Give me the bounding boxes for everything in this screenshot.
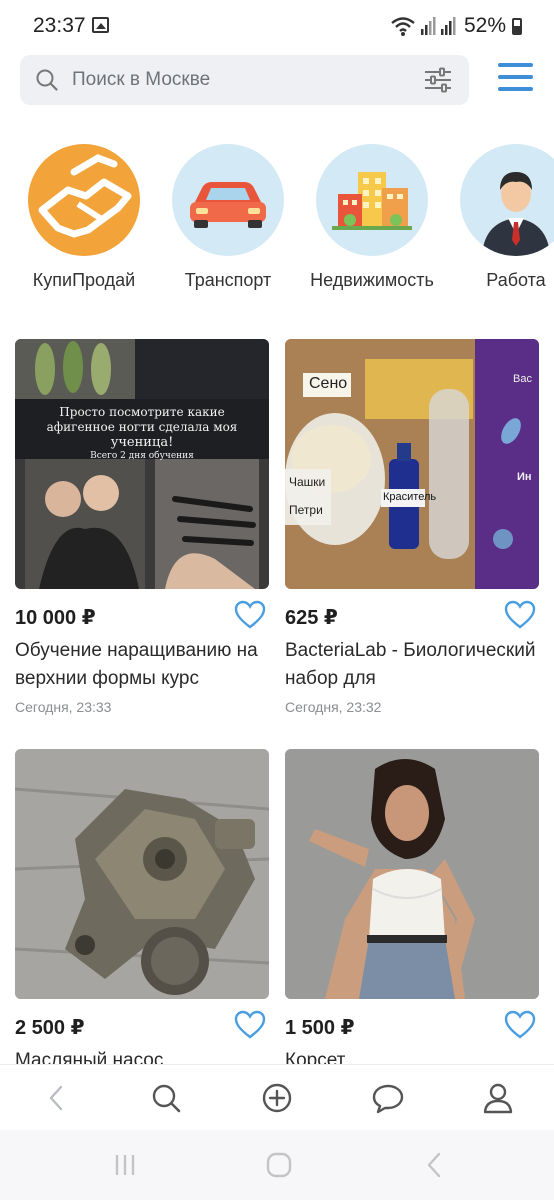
photo-label: Краситель [383,491,437,503]
status-bar: 23:37 52% [0,0,554,52]
recent-apps-icon[interactable] [110,1150,140,1180]
home-icon[interactable] [264,1150,294,1180]
car-icon [172,144,284,256]
messages-icon[interactable] [371,1081,405,1115]
photo-label: Ин [517,471,532,483]
photo-caption: Просто посмотрите какие афигенное ногти … [46,405,238,461]
photo-label: Вас [513,373,532,385]
listing-photo[interactable]: Просто посмотрите какие афигенное ногти … [15,339,269,589]
wifi-icon [391,17,415,36]
menu-icon[interactable] [498,63,534,95]
category-transport[interactable]: Транспорт [158,142,298,291]
favorite-heart-icon[interactable] [234,600,266,630]
handshake-icon [28,144,140,256]
signal-icon-2 [440,17,456,35]
battery-icon [512,17,522,35]
listing-card[interactable]: Просто посмотрите какие афигенное ногти … [15,339,269,715]
listing-title[interactable]: Корсет [285,1047,539,1064]
add-icon[interactable] [260,1081,294,1115]
gallery-notification-icon [92,17,109,33]
search-icon [36,69,58,91]
category-realty[interactable]: Недвижимость [302,142,442,291]
listing-photo[interactable] [285,749,539,999]
listing-photo[interactable] [15,749,269,999]
category-jobs[interactable]: Работа [446,142,554,291]
bottom-nav [0,1064,554,1130]
category-label: Недвижимость [310,270,434,290]
search-bar[interactable]: Поиск в Москве [20,55,469,105]
favorite-heart-icon[interactable] [234,1010,266,1040]
battery-percent: 52% [463,14,506,37]
system-back-icon[interactable] [420,1150,450,1180]
status-time: 23:37 [33,14,86,37]
category-label: КупиПродай [32,270,136,290]
listing-date: Сегодня, 23:33 [15,699,112,715]
listing-card[interactable]: Сено Чашки Петри Краситель Вас Ин 625 ₽ … [285,339,539,715]
status-indicators: 52% [390,14,522,38]
filter-icon[interactable] [423,67,453,93]
search-icon[interactable] [149,1081,183,1115]
listing-card[interactable]: 1 500 ₽ Корсет [285,749,539,1064]
listing-title[interactable]: Масляный насос [15,1047,269,1064]
search-input[interactable]: Поиск в Москве [72,69,210,91]
profile-icon[interactable] [481,1081,515,1115]
businessman-icon [460,144,554,256]
photo-label: Сено [309,375,348,392]
category-carousel: КупиПродай Транспорт Недвижимость Работа [0,142,554,302]
listing-price: 1 500 ₽ [285,1017,355,1039]
category-kupiprodai[interactable]: КупиПродай [14,142,154,291]
back-icon[interactable] [40,1081,74,1115]
listing-date: Сегодня, 23:32 [285,699,382,715]
system-nav-bar [0,1130,554,1200]
listing-price: 10 000 ₽ [15,607,96,629]
listing-price: 625 ₽ [285,607,338,629]
buildings-icon [316,144,428,256]
listing-price: 2 500 ₽ [15,1017,85,1039]
category-label: Работа [486,270,546,290]
favorite-heart-icon[interactable] [504,600,536,630]
listing-card[interactable]: 2 500 ₽ Масляный насос [15,749,269,1064]
signal-icon [420,17,436,35]
listing-photo[interactable]: Сено Чашки Петри Краситель Вас Ин [285,339,539,589]
listing-title[interactable]: BacteriaLab - Биологический набор для [285,637,539,693]
photo-label: Чашки [289,475,326,489]
favorite-heart-icon[interactable] [504,1010,536,1040]
listing-title[interactable]: Обучение наращиванию на верхнии формы ку… [15,637,269,693]
category-label: Транспорт [184,270,272,290]
photo-label: Петри [289,503,323,517]
